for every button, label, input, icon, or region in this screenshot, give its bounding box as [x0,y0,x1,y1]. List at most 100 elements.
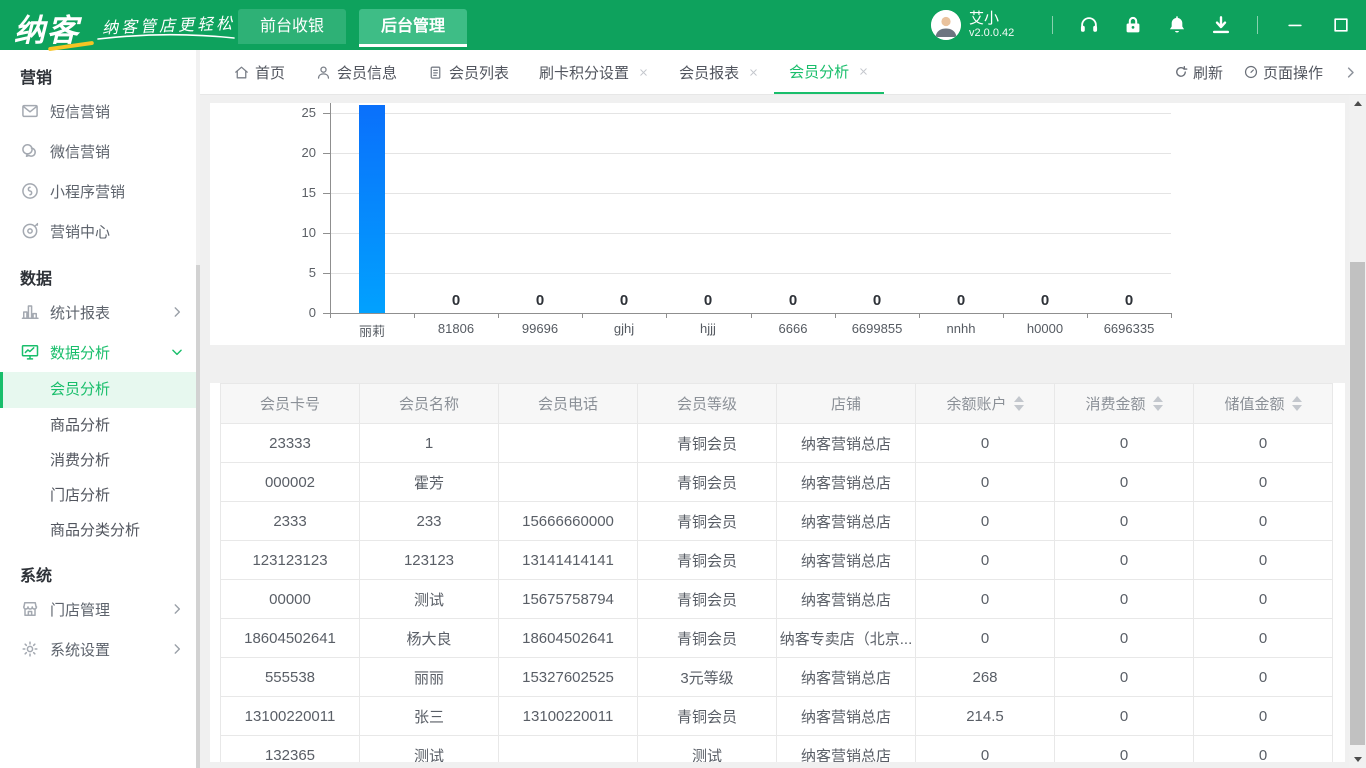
monitor-icon [20,342,40,362]
store-icon [20,599,40,619]
header-nav: 前台收银后台管理 [238,9,467,50]
table-row[interactable]: 12312312312312313141414141青铜会员纳客营销总店000 [221,541,1333,580]
page-ops-label: 页面操作 [1263,62,1323,83]
close-tab-icon[interactable] [748,67,759,78]
refresh-button[interactable]: 刷新 [1173,62,1223,83]
sort-desc-icon[interactable] [1014,405,1024,411]
x-axis-tick [1171,314,1172,318]
sidebar-item-label: 门店管理 [50,599,110,620]
tab-会员列表[interactable]: 会员列表 [412,50,524,94]
app-header: 纳客 纳客管店更轻松 前台收银后台管理 艾小 v2.0.0.42 [0,0,1366,50]
chevron-right-icon[interactable] [1343,65,1358,80]
column-header-储值金额[interactable]: 储值金额 [1194,384,1333,424]
sort-asc-icon[interactable] [1292,396,1302,402]
close-tab-icon[interactable] [638,67,649,78]
sort-asc-icon[interactable] [1014,396,1024,402]
sidebar-section-title: 系统 [0,548,200,589]
table-row[interactable]: 233323315666660000青铜会员纳客营销总店000 [221,502,1333,541]
headset-icon[interactable] [1078,14,1100,36]
column-header-消费金额[interactable]: 消费金额 [1055,384,1194,424]
x-axis-tick [1003,314,1004,318]
sidebar-scroll-thumb[interactable] [196,265,200,768]
bar-value-label: 0 [926,292,996,309]
tab-刷卡积分设置[interactable]: 刷卡积分设置 [524,50,664,94]
chevron-right-icon [170,642,184,656]
vertical-scrollbar[interactable] [1349,95,1366,768]
table-row[interactable]: 13100220011张三13100220011青铜会员纳客营销总店214.50… [221,697,1333,736]
sidebar-item-label: 系统设置 [50,639,110,660]
sort-desc-icon[interactable] [1292,405,1302,411]
column-header-余额账户[interactable]: 余额账户 [916,384,1055,424]
y-axis-tick [323,313,330,314]
table-cell: 0 [916,463,1055,502]
scroll-up-arrow[interactable] [1349,95,1366,112]
chart-bar-丽莉[interactable] [359,105,385,313]
x-category-label: 6696335 [1084,321,1174,336]
tab-会员分析[interactable]: 会员分析 [774,50,884,94]
x-category-label: h0000 [1000,321,1090,336]
table-cell: 0 [1055,541,1194,580]
sidebar-subitem-商品分析[interactable]: 商品分析 [0,408,200,443]
sidebar-item-营销中心[interactable]: 营销中心 [0,211,200,251]
sidebar-item-短信营销[interactable]: 短信营销 [0,91,200,131]
sidebar-item-label: 统计报表 [50,302,110,323]
bell-icon[interactable] [1166,14,1188,36]
table-cell [499,463,638,502]
close-tab-icon[interactable] [858,66,869,77]
table-row[interactable]: 132365测试测试纳客营销总店000 [221,736,1333,763]
sidebar-item-数据分析[interactable]: 数据分析 [0,332,200,372]
sidebar-subitem-会员分析[interactable]: 会员分析 [0,372,200,408]
table-cell: 0 [916,736,1055,763]
avatar[interactable] [931,10,961,40]
page-ops-button[interactable]: 页面操作 [1243,62,1323,83]
table-cell: 纳客营销总店 [777,463,916,502]
column-header-label: 会员电话 [538,393,598,414]
scroll-down-arrow[interactable] [1349,751,1366,768]
header-nav-tab-1[interactable]: 后台管理 [359,9,467,47]
sidebar-subitem-消费分析[interactable]: 消费分析 [0,443,200,478]
x-axis-tick [1087,314,1088,318]
dashboard-icon [1243,64,1259,80]
sidebar-subitem-商品分类分析[interactable]: 商品分类分析 [0,513,200,548]
column-header-label: 会员等级 [677,393,737,414]
lock-icon[interactable] [1122,14,1144,36]
chart-gridline [330,193,1171,194]
table-cell: 2333 [221,502,360,541]
table-row[interactable]: 233331青铜会员纳客营销总店000 [221,424,1333,463]
tab-会员报表[interactable]: 会员报表 [664,50,774,94]
sort-arrows[interactable] [1153,396,1163,411]
sort-asc-icon[interactable] [1153,396,1163,402]
sidebar-item-系统设置[interactable]: 系统设置 [0,629,200,669]
column-header-会员等级: 会员等级 [638,384,777,424]
sidebar-item-门店管理[interactable]: 门店管理 [0,589,200,629]
table-cell: 15666660000 [499,502,638,541]
sidebar-subitem-门店分析[interactable]: 门店分析 [0,478,200,513]
table-row[interactable]: 00000测试15675758794青铜会员纳客营销总店000 [221,580,1333,619]
table-cell: 0 [1194,658,1333,697]
download-icon[interactable] [1210,14,1232,36]
sort-arrows[interactable] [1014,396,1024,411]
table-cell: 123123 [360,541,499,580]
table-row[interactable]: 000002霍芳青铜会员纳客营销总店000 [221,463,1333,502]
x-axis-tick [330,314,331,318]
tab-会员信息[interactable]: 会员信息 [300,50,412,94]
maximize-button[interactable] [1331,15,1351,35]
column-header-label: 消费金额 [1085,393,1145,414]
tab-首页[interactable]: 首页 [218,50,300,94]
tab-label: 会员报表 [679,62,739,83]
scrollbar-thumb[interactable] [1350,262,1365,745]
y-axis-label: 5 [272,265,316,280]
sidebar-item-统计报表[interactable]: 统计报表 [0,292,200,332]
user-name: 艾小 [969,10,1014,27]
sort-arrows[interactable] [1292,396,1302,411]
minimize-button[interactable] [1285,15,1305,35]
sidebar-item-微信营销[interactable]: 微信营销 [0,131,200,171]
header-nav-tab-0[interactable]: 前台收银 [238,9,346,44]
sidebar-item-小程序营销[interactable]: 小程序营销 [0,171,200,211]
table-row[interactable]: 18604502641杨大良18604502641青铜会员纳客专卖店（北京...… [221,619,1333,658]
table-row[interactable]: 555538丽丽153276025253元等级纳客营销总店26800 [221,658,1333,697]
user-meta[interactable]: 艾小 v2.0.0.42 [969,10,1014,40]
sidebar-item-label: 微信营销 [50,141,110,162]
y-axis-tick [323,273,330,274]
sort-desc-icon[interactable] [1153,405,1163,411]
